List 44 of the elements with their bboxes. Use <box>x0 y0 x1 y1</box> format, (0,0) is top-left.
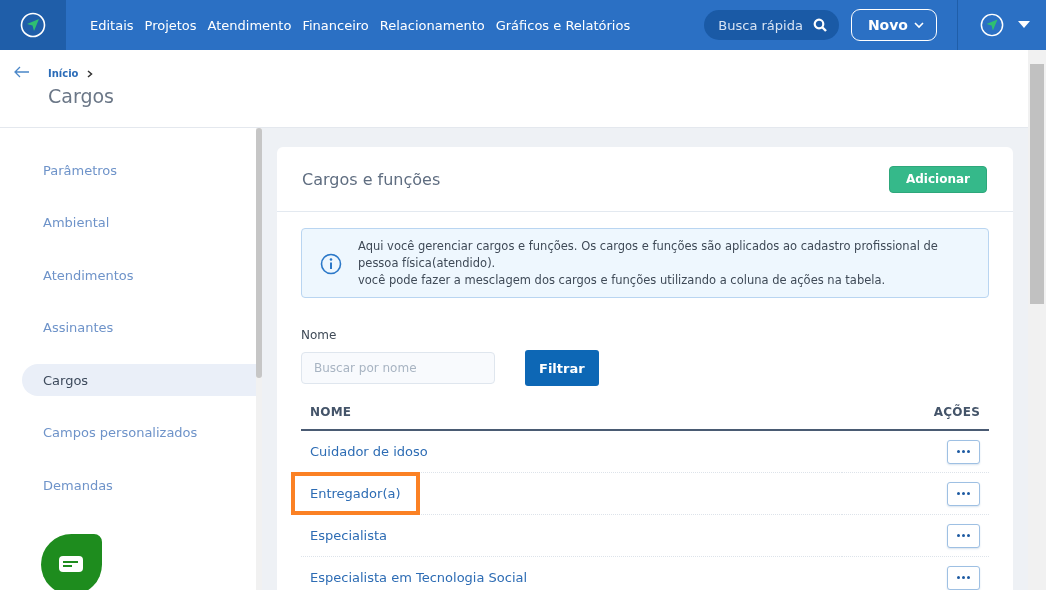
logo[interactable] <box>0 0 66 50</box>
sidebar-item[interactable]: Cargos <box>22 364 256 397</box>
nav-link[interactable]: Projetos <box>144 17 197 33</box>
info-icon <box>320 252 342 275</box>
column-header: NOME <box>301 396 842 430</box>
caret-down-icon[interactable] <box>1018 21 1030 29</box>
scrollbar[interactable] <box>1028 50 1046 590</box>
avatar-icon[interactable] <box>980 13 1004 37</box>
filter-button[interactable]: Filtrar <box>525 350 599 386</box>
table-cell[interactable]: Especialista em Tecnologia Social <box>310 570 528 585</box>
sidebar-item[interactable]: Campos personalizados <box>22 416 256 449</box>
chevron-right-icon <box>86 69 93 78</box>
table-cell[interactable]: Cuidador de idoso <box>310 444 428 459</box>
sidebar-item[interactable]: Assinantes <box>22 311 256 344</box>
nav-link[interactable]: Gráficos e Relatórios <box>495 17 631 33</box>
info-text: Aqui você gerenciar cargos e funções. Os cargos e funções são aplicados ao cadastro profissional de pessoa física(atendido). <box>358 238 939 272</box>
column-header: AÇÕES <box>841 396 989 430</box>
chevron-down-icon <box>914 21 924 29</box>
table-cell[interactable]: Entregador(a) <box>310 486 401 501</box>
sidebar-scrollbar[interactable] <box>256 128 262 590</box>
more-actions-button[interactable] <box>947 481 980 506</box>
field-label: Nome <box>301 328 338 342</box>
more-actions-button[interactable] <box>947 439 980 464</box>
page-title: Cargos <box>48 85 115 107</box>
sidebar-item[interactable]: Ambiental <box>22 206 256 239</box>
card-title: Cargos e funções <box>302 169 441 189</box>
search-icon <box>812 18 827 32</box>
table-cell[interactable]: Especialista <box>310 528 388 543</box>
back-arrow-icon[interactable] <box>14 66 30 78</box>
sidebar-item[interactable]: Atendimentos <box>22 259 256 292</box>
nav-link[interactable]: Atendimento <box>207 17 292 33</box>
sidebar-item[interactable]: Parâmetros <box>22 154 256 186</box>
more-actions-button[interactable] <box>947 565 980 590</box>
nav-link[interactable]: Relacionamento <box>379 17 485 33</box>
chat-button[interactable] <box>41 534 102 590</box>
new-button[interactable]: Novo <box>850 9 937 41</box>
search-field[interactable]: Busca rápida <box>704 10 839 40</box>
sidebar-item[interactable]: Demandas <box>22 469 256 502</box>
nav-link[interactable]: Financeiro <box>302 17 369 33</box>
more-actions-button[interactable] <box>947 523 980 548</box>
nav-link[interactable]: Editais <box>90 17 134 33</box>
info-text: você pode fazer a mesclagem dos cargos e funções utilizando a coluna de ações na tabela. <box>358 272 887 289</box>
name-field[interactable]: Buscar por nome <box>301 351 495 384</box>
breadcrumb-link[interactable]: Início <box>48 68 79 79</box>
